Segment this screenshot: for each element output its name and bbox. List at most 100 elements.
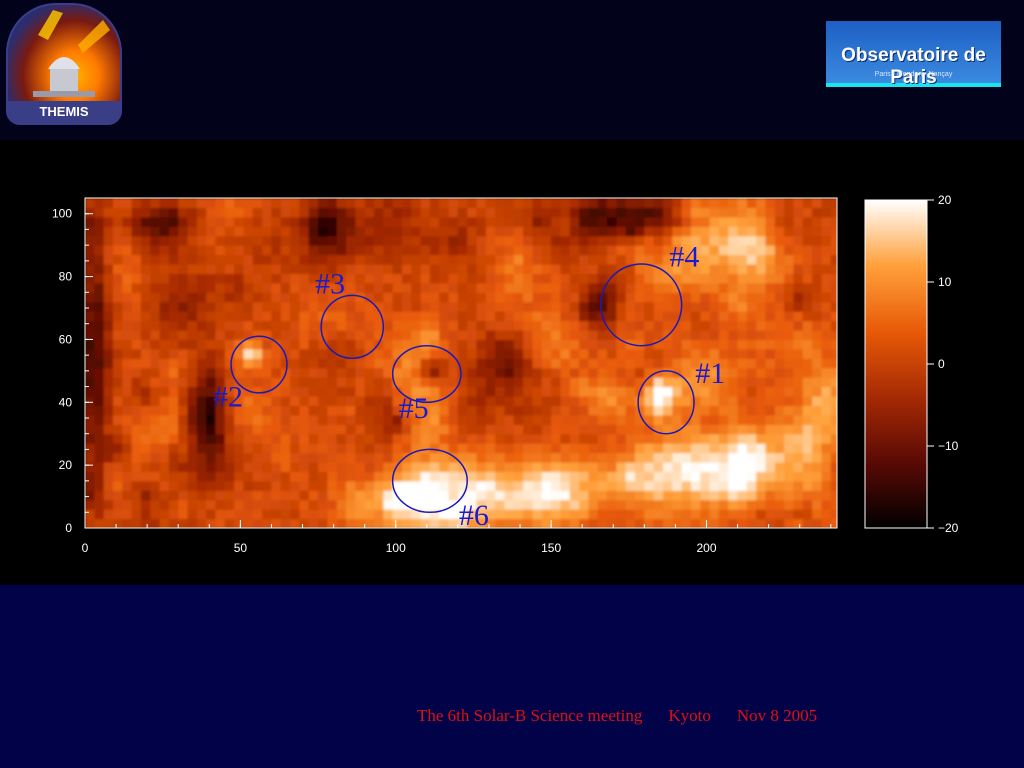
- heatmap-cell: [756, 245, 767, 256]
- heatmap-cell: [429, 509, 440, 520]
- heatmap-cell: [607, 471, 617, 482]
- heatmap-cell: [485, 292, 496, 303]
- heatmap-cell: [420, 348, 431, 359]
- heatmap-cell: [467, 424, 478, 435]
- heatmap-cell: [178, 254, 189, 265]
- heatmap-cell: [467, 471, 478, 482]
- heatmap-cell: [271, 358, 282, 369]
- heatmap-cell: [159, 471, 170, 482]
- heatmap-cell: [168, 235, 179, 246]
- heatmap-cell: [411, 216, 422, 227]
- heatmap-cell: [113, 471, 123, 482]
- heatmap-cell: [448, 424, 459, 435]
- heatmap-cell: [579, 518, 589, 528]
- heatmap-cell: [243, 216, 254, 227]
- heatmap-cell: [681, 424, 692, 435]
- heatmap-cell: [616, 198, 627, 208]
- heatmap-cell: [793, 443, 804, 454]
- heatmap-cell: [579, 320, 589, 331]
- heatmap-cell: [429, 443, 440, 454]
- heatmap-cell: [355, 490, 366, 501]
- heatmap-cell: [691, 424, 701, 435]
- heatmap-cell: [374, 207, 384, 218]
- heatmap-cell: [467, 396, 478, 406]
- heatmap-cell: [103, 216, 114, 227]
- heatmap-chart: 0 50 100 150 200 020406080100 20100−10−20 #1…: [52, 193, 959, 555]
- heatmap-cell: [355, 235, 366, 246]
- heatmap-cell: [802, 358, 813, 369]
- heatmap-cell: [299, 264, 310, 274]
- heatmap-cell: [551, 226, 561, 237]
- heatmap-cell: [467, 452, 478, 463]
- heatmap-cell: [308, 424, 319, 435]
- heatmap-cell: [262, 207, 272, 218]
- heatmap-cell: [504, 443, 515, 454]
- heatmap-cell: [243, 348, 254, 359]
- heatmap-cell: [94, 471, 105, 482]
- heatmap-cell: [597, 424, 608, 435]
- heatmap-cell: [523, 226, 533, 237]
- heatmap-cell: [252, 414, 263, 425]
- heatmap-cell: [691, 452, 701, 463]
- heatmap-cell: [383, 424, 394, 435]
- heatmap-cell: [560, 358, 571, 369]
- heatmap-cell: [551, 414, 561, 425]
- heatmap-cell: [700, 518, 711, 528]
- heatmap-cell: [746, 509, 757, 520]
- heatmap-cell: [681, 292, 692, 303]
- heatmap-cell: [737, 462, 748, 472]
- heatmap-cell: [280, 245, 291, 256]
- heatmap-cell: [541, 311, 552, 322]
- heatmap-cell: [308, 254, 319, 265]
- heatmap-cell: [812, 377, 822, 388]
- heatmap-cell: [588, 433, 599, 444]
- heatmap-cell: [784, 254, 795, 265]
- heatmap-cell: [168, 471, 179, 482]
- heatmap-cell: [672, 198, 683, 208]
- heatmap-cell: [131, 518, 142, 528]
- heatmap-cell: [718, 509, 729, 520]
- heatmap-cell: [224, 471, 235, 482]
- heatmap-cell: [168, 311, 179, 322]
- heatmap-cell: [196, 396, 207, 406]
- heatmap-cell: [85, 348, 95, 359]
- heatmap-cell: [607, 254, 617, 265]
- heatmap-cell: [234, 320, 245, 331]
- heatmap-cell: [523, 311, 533, 322]
- heatmap-cell: [271, 462, 282, 472]
- heatmap-cell: [756, 452, 767, 463]
- heatmap-cell: [504, 414, 515, 425]
- heatmap-cell: [308, 348, 319, 359]
- heatmap-cell: [85, 198, 95, 208]
- heatmap-cell: [672, 348, 683, 359]
- heatmap-cell: [728, 198, 739, 208]
- heatmap-cell: [346, 235, 356, 246]
- heatmap-cell: [765, 518, 776, 528]
- heatmap-cell: [625, 471, 636, 482]
- heatmap-cell: [718, 292, 729, 303]
- heatmap-cell: [691, 320, 701, 331]
- heatmap-cell: [746, 367, 757, 378]
- heatmap-cell: [252, 377, 263, 388]
- heatmap-cell: [168, 301, 179, 312]
- heatmap-cell: [290, 509, 300, 520]
- heatmap-cell: [756, 462, 767, 472]
- heatmap-cell: [523, 339, 533, 350]
- heatmap-cell: [364, 207, 375, 218]
- heatmap-cell: [560, 245, 571, 256]
- heatmap-cell: [402, 264, 412, 274]
- heatmap-cell: [541, 433, 552, 444]
- heatmap-cell: [467, 480, 478, 491]
- heatmap-cell: [728, 367, 739, 378]
- heatmap-cell: [513, 499, 524, 510]
- heatmap-cell: [746, 386, 757, 397]
- heatmap-cell: [140, 452, 151, 463]
- heatmap-cell: [327, 480, 338, 491]
- heatmap-cell: [402, 433, 412, 444]
- heatmap-cell: [560, 509, 571, 520]
- heatmap-cell: [821, 226, 832, 237]
- heatmap-cell: [653, 235, 664, 246]
- heatmap-cell: [541, 518, 552, 528]
- heatmap-cell: [262, 499, 272, 510]
- heatmap-cell: [802, 207, 813, 218]
